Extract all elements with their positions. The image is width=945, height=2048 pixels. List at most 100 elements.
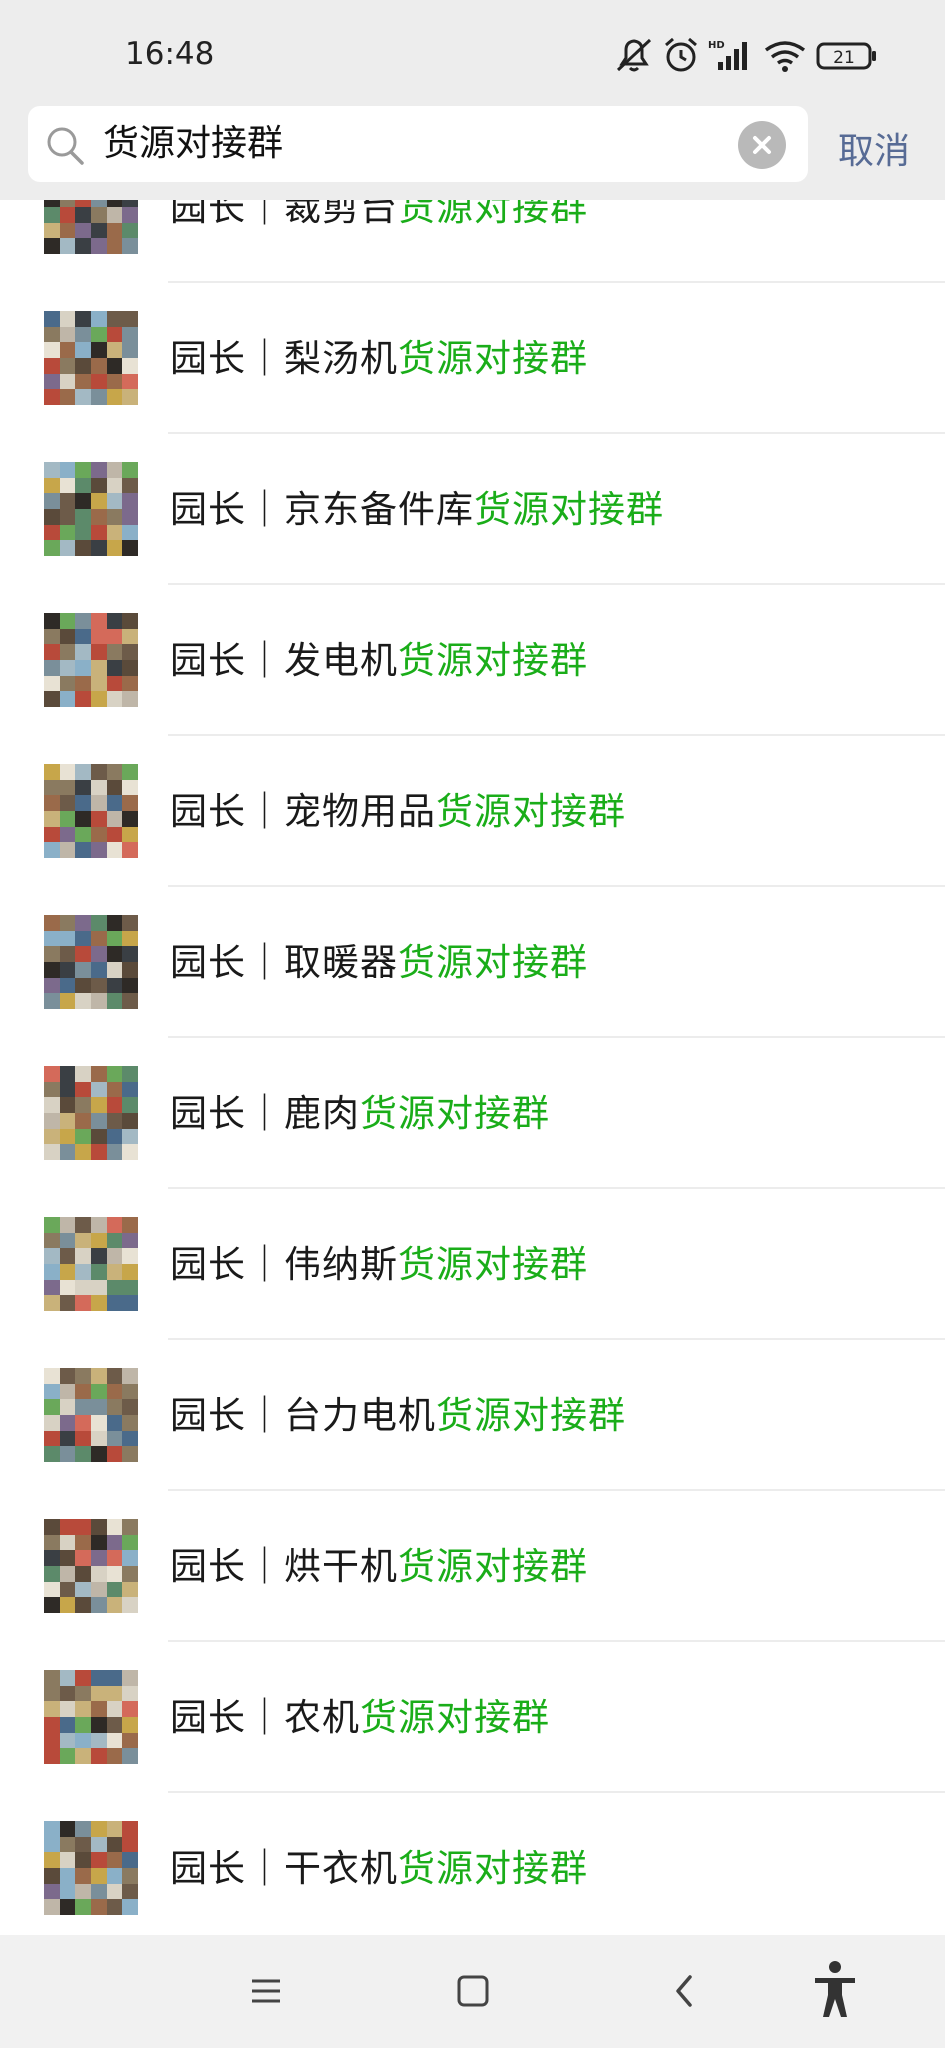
group-name: 园长｜梨汤机货源对接群 <box>170 337 588 380</box>
avatar-pixel <box>59 1701 76 1717</box>
avatar-pixel <box>75 1717 91 1733</box>
avatar-pixel <box>122 779 138 796</box>
avatar-pixel <box>122 1415 138 1431</box>
avatar-pixel <box>106 1685 123 1702</box>
alarm-icon <box>665 37 697 72</box>
avatar-pixel <box>91 1581 107 1598</box>
avatar-pixel <box>44 977 60 994</box>
accessibility-icon[interactable] <box>812 1959 858 2019</box>
avatar-pixel <box>122 1899 138 1915</box>
group-avatar <box>44 1217 138 1311</box>
avatar-pixel <box>91 613 107 629</box>
avatar-pixel <box>75 1446 91 1462</box>
avatar-pixel <box>59 1248 76 1264</box>
avatar-pixel <box>106 1248 123 1264</box>
avatar-pixel <box>122 1701 138 1717</box>
avatar-pixel <box>75 1113 91 1129</box>
avatar-pixel <box>75 675 91 692</box>
avatar-pixel <box>75 977 91 994</box>
avatar-pixel <box>44 1113 60 1129</box>
avatar-pixel <box>122 1144 138 1160</box>
avatar-pixel <box>106 493 123 509</box>
avatar-pixel <box>44 1701 60 1717</box>
avatar-pixel <box>122 311 138 327</box>
avatar-pixel <box>59 826 76 843</box>
avatar-pixel <box>91 675 107 692</box>
avatar-pixel <box>122 1128 138 1145</box>
list-item[interactable]: 园长｜台力电机货源对接群 <box>0 1340 945 1491</box>
list-item[interactable]: 园长｜烘干机货源对接群 <box>0 1491 945 1642</box>
group-name: 园长｜宠物用品货源对接群 <box>170 790 626 833</box>
list-item[interactable]: 园长｜宠物用品货源对接群 <box>0 736 945 887</box>
avatar-pixel <box>59 811 76 827</box>
avatar-pixel <box>75 691 91 707</box>
list-item[interactable]: 园长｜京东备件库货源对接群 <box>0 434 945 585</box>
avatar-pixel <box>75 1821 91 1837</box>
avatar-pixel <box>122 1368 138 1384</box>
avatar-pixel <box>91 1852 107 1868</box>
search-box[interactable] <box>28 106 808 182</box>
avatar-pixel <box>122 1295 138 1311</box>
avatar-pixel <box>106 1550 123 1566</box>
clear-button[interactable] <box>738 121 786 169</box>
avatar-pixel <box>106 1446 123 1462</box>
avatar-pixel <box>44 1821 60 1837</box>
avatar-pixel <box>59 462 76 478</box>
avatar-pixel <box>75 509 91 525</box>
avatar-pixel <box>75 644 91 660</box>
avatar-pixel <box>122 326 138 343</box>
group-avatar <box>44 1519 138 1613</box>
avatar-pixel <box>122 644 138 660</box>
avatar-pixel <box>91 842 107 858</box>
avatar-pixel <box>59 1128 76 1145</box>
avatar-pixel <box>44 1415 60 1431</box>
avatar-pixel <box>75 462 91 478</box>
avatar-pixel <box>122 1717 138 1733</box>
avatar-pixel <box>122 1279 138 1296</box>
group-name: 园长｜农机货源对接群 <box>170 1696 550 1739</box>
cancel-button[interactable]: 取消 <box>838 122 910 174</box>
back-icon[interactable] <box>670 1967 698 2015</box>
avatar-pixel <box>91 1519 107 1535</box>
avatar-pixel <box>122 826 138 843</box>
avatar-pixel <box>91 1597 107 1613</box>
list-item[interactable]: 园长｜农机货源对接群 <box>0 1642 945 1793</box>
avatar-pixel <box>44 524 60 541</box>
avatar-pixel <box>122 946 138 962</box>
avatar-pixel <box>59 613 76 629</box>
avatar-pixel <box>106 389 123 405</box>
list-item[interactable]: 园长｜伟纳斯货源对接群 <box>0 1189 945 1340</box>
avatar-pixel <box>59 1383 76 1400</box>
search-input[interactable] <box>103 106 733 182</box>
list-item[interactable]: 园长｜发电机货源对接群 <box>0 585 945 736</box>
avatar-pixel <box>75 1295 91 1311</box>
list-item[interactable]: 园长｜鹿肉货源对接群 <box>0 1038 945 1189</box>
home-icon[interactable] <box>457 1967 489 2015</box>
avatar-pixel <box>75 493 91 509</box>
avatar-pixel <box>106 1415 123 1431</box>
avatar-pixel <box>106 342 123 358</box>
list-item[interactable]: 园长｜干衣机货源对接群 <box>0 1793 945 1935</box>
avatar-pixel <box>44 1836 60 1853</box>
avatar-pixel <box>106 660 123 676</box>
avatar-pixel <box>59 691 76 707</box>
avatar-pixel <box>59 930 76 947</box>
avatar-pixel <box>122 1430 138 1447</box>
avatar-pixel <box>59 509 76 525</box>
avatar-pixel <box>106 613 123 629</box>
avatar-pixel <box>75 311 91 327</box>
avatar-pixel <box>122 1264 138 1280</box>
avatar-pixel <box>75 1581 91 1598</box>
avatar-pixel <box>44 930 60 947</box>
avatar-pixel <box>44 1248 60 1264</box>
list-item[interactable]: 园长｜梨汤机货源对接群 <box>0 283 945 434</box>
avatar-pixel <box>59 1821 76 1837</box>
avatar-pixel <box>75 1883 91 1900</box>
avatar-pixel <box>122 962 138 978</box>
avatar-pixel <box>59 1899 76 1915</box>
list-item[interactable]: 园长｜裁剪台货源对接群 <box>0 200 945 283</box>
list-item[interactable]: 园长｜取暖器货源对接群 <box>0 887 945 1038</box>
avatar-pixel <box>59 962 76 978</box>
menu-icon[interactable] <box>250 1967 282 2015</box>
avatar-pixel <box>75 540 91 556</box>
